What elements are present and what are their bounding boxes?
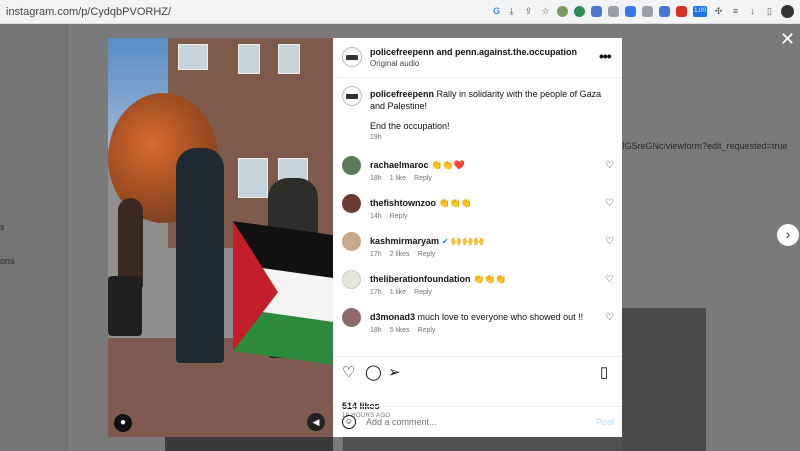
comment-username[interactable]: d3monad3: [370, 312, 415, 322]
browser-extensions: G ⤓ ⇪ ☆ 1.00 ✣ ≡ ↓ ▯: [493, 5, 794, 18]
background-thumbnail: [165, 437, 333, 451]
reply-button[interactable]: Reply: [418, 327, 436, 334]
browser-toolbar: instagram.com/p/CydqbPVORHZ/ G ⤓ ⇪ ☆ 1.0…: [0, 0, 800, 24]
comment-username[interactable]: kashmirmaryam: [370, 236, 439, 246]
comment-time: 18h: [370, 327, 382, 334]
palestinian-flag: [233, 220, 333, 365]
heart-icon[interactable]: ♡: [605, 160, 614, 171]
heart-icon[interactable]: ♡: [605, 236, 614, 247]
extension-badge[interactable]: 1.00: [693, 6, 707, 17]
google-icon[interactable]: G: [493, 6, 500, 17]
camera-icon[interactable]: [608, 6, 619, 17]
extension-icon[interactable]: [642, 6, 653, 17]
bookmark-icon[interactable]: ▯: [600, 365, 608, 381]
tagged-users-icon[interactable]: ●: [114, 414, 132, 432]
comment-text: much love to everyone who showed out !!: [417, 312, 584, 322]
extension-icon[interactable]: [659, 6, 670, 17]
post-video[interactable]: ● ◀: [108, 38, 333, 437]
comment-text: 👏👏❤️: [431, 160, 465, 170]
puzzle-icon[interactable]: ✣: [713, 6, 724, 17]
media-icon[interactable]: ≡: [730, 6, 741, 17]
avatar[interactable]: [342, 194, 361, 213]
close-icon[interactable]: ✕: [780, 30, 795, 48]
add-comment-bar: ☺ Add a comment... Post: [333, 406, 622, 437]
video-person: [176, 148, 224, 363]
install-icon[interactable]: ⤓: [506, 6, 517, 17]
caption-time: 19h: [370, 134, 382, 141]
comment-text: 👏👏👏: [473, 274, 507, 284]
emoji-icon[interactable]: ☺: [342, 415, 356, 429]
heart-icon[interactable]: ♡: [605, 274, 614, 285]
more-icon[interactable]: •••: [599, 48, 612, 64]
comment-icon[interactable]: ◯: [365, 365, 382, 381]
background-thumbnail: [343, 437, 623, 451]
share-page-icon[interactable]: ⇪: [523, 6, 534, 17]
avatar[interactable]: [342, 232, 361, 251]
avatar[interactable]: [342, 308, 361, 327]
caption-text: End the occupation!: [370, 121, 450, 131]
download-icon[interactable]: ↓: [747, 6, 758, 17]
address-bar[interactable]: instagram.com/p/CydqbPVORHZ/: [6, 6, 493, 18]
sidebar-icon[interactable]: ▯: [764, 6, 775, 17]
extension-icon[interactable]: [625, 6, 636, 17]
background-text: ons: [0, 256, 15, 266]
background-text: s: [0, 222, 5, 232]
chevron-right-icon[interactable]: ›: [777, 224, 799, 246]
comment-row: kashmirmaryam ✔ 🙌🙌🙌 17h 2 likes Reply ♡: [333, 232, 622, 268]
comment-time: 18h: [370, 175, 382, 182]
account-avatar[interactable]: [342, 47, 362, 67]
comment-username[interactable]: rachaelmaroc: [370, 160, 429, 170]
background-thumbnail: [622, 308, 706, 451]
post-header: policefreepenn and penn.against.the.occu…: [333, 38, 622, 78]
extension-icon[interactable]: [574, 6, 585, 17]
reply-button[interactable]: Reply: [390, 213, 408, 220]
avatar[interactable]: [342, 270, 361, 289]
extension-icon[interactable]: [676, 6, 687, 17]
caption-avatar[interactable]: [342, 86, 362, 106]
comment-row: thefishtownzoo 👏👏👏 14h Reply ♡: [333, 194, 622, 230]
comment-time: 17h: [370, 251, 382, 258]
verified-icon: ✔: [441, 237, 449, 246]
comment-row: d3monad3 much love to everyone who showe…: [333, 308, 622, 344]
comment-likes[interactable]: 1 like: [390, 289, 406, 296]
heart-icon[interactable]: ♡: [605, 312, 614, 323]
video-speaker: [108, 276, 142, 336]
background-link: IGSreGNc/viewform?edit_requested=true: [622, 141, 788, 151]
comment-username[interactable]: theliberationfoundation: [370, 274, 471, 284]
post-accounts[interactable]: policefreepenn and penn.against.the.occu…: [370, 47, 577, 57]
comment-likes[interactable]: 2 likes: [390, 251, 410, 258]
background-sidebar: [0, 24, 68, 451]
heart-icon[interactable]: ♡: [342, 365, 355, 381]
comment-text: 👏👏👏: [438, 198, 473, 208]
add-comment-input[interactable]: Add a comment...: [366, 417, 437, 427]
comment-text: 🙌🙌🙌: [450, 236, 485, 246]
reply-button[interactable]: Reply: [414, 289, 432, 296]
post-comment-button[interactable]: Post: [596, 417, 614, 427]
post-caption: policefreepenn Rally in solidarity with …: [370, 88, 610, 132]
comment-username[interactable]: thefishtownzoo: [370, 198, 436, 208]
comment-row: rachaelmaroc 👏👏❤️ 18h 1 like Reply ♡: [333, 156, 622, 192]
comment-row: theliberationfoundation 👏👏👏 17h 1 like Rep…: [333, 270, 622, 306]
comment-time: 17h: [370, 289, 382, 296]
audio-icon[interactable]: ◀: [307, 413, 325, 431]
audio-label[interactable]: Original audio: [370, 59, 419, 68]
comment-likes[interactable]: 1 like: [390, 175, 406, 182]
reply-button[interactable]: Reply: [414, 175, 432, 182]
heart-icon[interactable]: ♡: [605, 198, 614, 209]
share-icon[interactable]: ➢: [388, 365, 401, 381]
extension-icon[interactable]: [557, 6, 568, 17]
comment-time: 14h: [370, 213, 382, 220]
avatar[interactable]: [342, 156, 361, 175]
caption-username[interactable]: policefreepenn: [370, 89, 434, 99]
post-details-panel: policefreepenn and penn.against.the.occu…: [333, 38, 622, 437]
profile-avatar[interactable]: [781, 5, 794, 18]
reply-button[interactable]: Reply: [418, 251, 436, 258]
translate-icon[interactable]: [591, 6, 602, 17]
video-person: [118, 198, 143, 288]
bookmark-star-icon[interactable]: ☆: [540, 6, 551, 17]
comment-likes[interactable]: 5 likes: [390, 327, 410, 334]
